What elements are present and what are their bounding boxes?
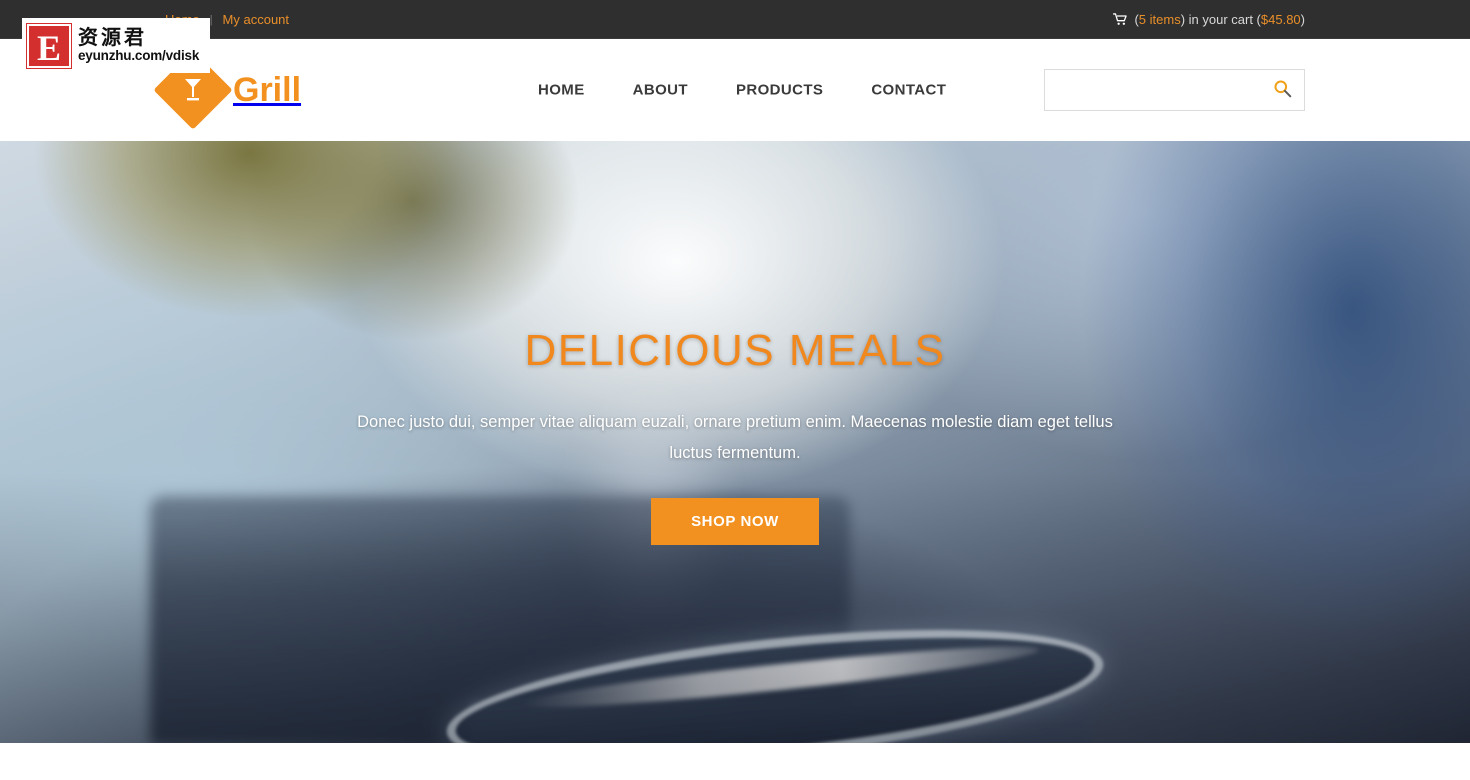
cart-close-paren: ) bbox=[1300, 12, 1305, 27]
site-header: Grill HOME ABOUT PRODUCTS CONTACT bbox=[0, 39, 1470, 141]
topbar-separator: | bbox=[209, 13, 213, 26]
main-navigation: HOME ABOUT PRODUCTS CONTACT bbox=[538, 82, 970, 99]
nav-item-about[interactable]: ABOUT bbox=[609, 82, 712, 99]
shop-now-button[interactable]: SHOP NOW bbox=[651, 498, 819, 546]
search-button[interactable] bbox=[1260, 70, 1304, 110]
topbar-link-my-account[interactable]: My account bbox=[223, 12, 289, 27]
watermark-overlay: E 资源君 eyunzhu.com/vdisk bbox=[22, 18, 210, 73]
topbar: Home | My account ( 5 items ) in your ca… bbox=[0, 0, 1470, 39]
hero-content: DELICIOUS MEALS Donec justo dui, semper … bbox=[0, 326, 1470, 546]
watermark-logo-icon: E bbox=[26, 22, 72, 69]
hero-title: DELICIOUS MEALS bbox=[524, 326, 946, 375]
watermark-url: eyunzhu.com/vdisk bbox=[78, 47, 200, 63]
cart-middle-text: ) in your cart ( bbox=[1180, 12, 1261, 27]
watermark-chinese-text: 资源君 bbox=[78, 24, 147, 49]
page-bottom-area bbox=[0, 743, 1470, 780]
hero-subtitle: Donec justo dui, semper vitae aliquam eu… bbox=[357, 413, 1113, 462]
search-input[interactable] bbox=[1045, 70, 1260, 110]
hero-banner: DELICIOUS MEALS Donec justo dui, semper … bbox=[0, 141, 1470, 743]
cart-summary[interactable]: ( 5 items ) in your cart ( $45.80 ) bbox=[1113, 0, 1305, 39]
nav-item-contact[interactable]: CONTACT bbox=[847, 82, 970, 99]
nav-item-products[interactable]: PRODUCTS bbox=[712, 82, 847, 99]
search-icon bbox=[1273, 79, 1292, 101]
search-box bbox=[1044, 69, 1305, 111]
cart-items-count[interactable]: 5 items bbox=[1139, 12, 1181, 27]
shopping-cart-icon[interactable] bbox=[1113, 13, 1128, 26]
cart-total-price: $45.80 bbox=[1260, 12, 1301, 27]
nav-item-home[interactable]: HOME bbox=[538, 82, 609, 99]
logo-text: Grill bbox=[233, 70, 302, 109]
